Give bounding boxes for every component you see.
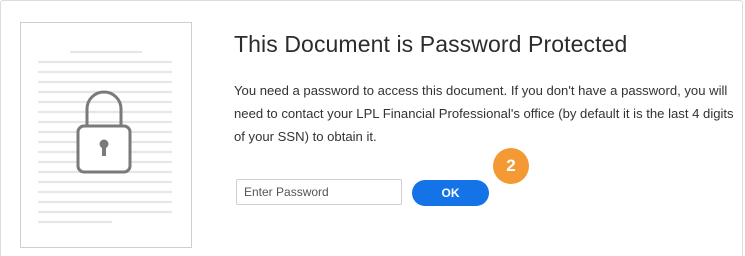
password-dialog: This Document is Password Protected You … — [0, 0, 743, 256]
ok-button[interactable]: OK — [412, 180, 489, 206]
document-thumbnail — [20, 22, 192, 248]
step-badge: 2 — [493, 148, 529, 184]
dialog-title: This Document is Password Protected — [234, 31, 628, 57]
document-lock-icon — [37, 50, 173, 224]
dialog-message: You need a password to access this docum… — [234, 83, 734, 144]
password-input[interactable] — [236, 179, 402, 205]
